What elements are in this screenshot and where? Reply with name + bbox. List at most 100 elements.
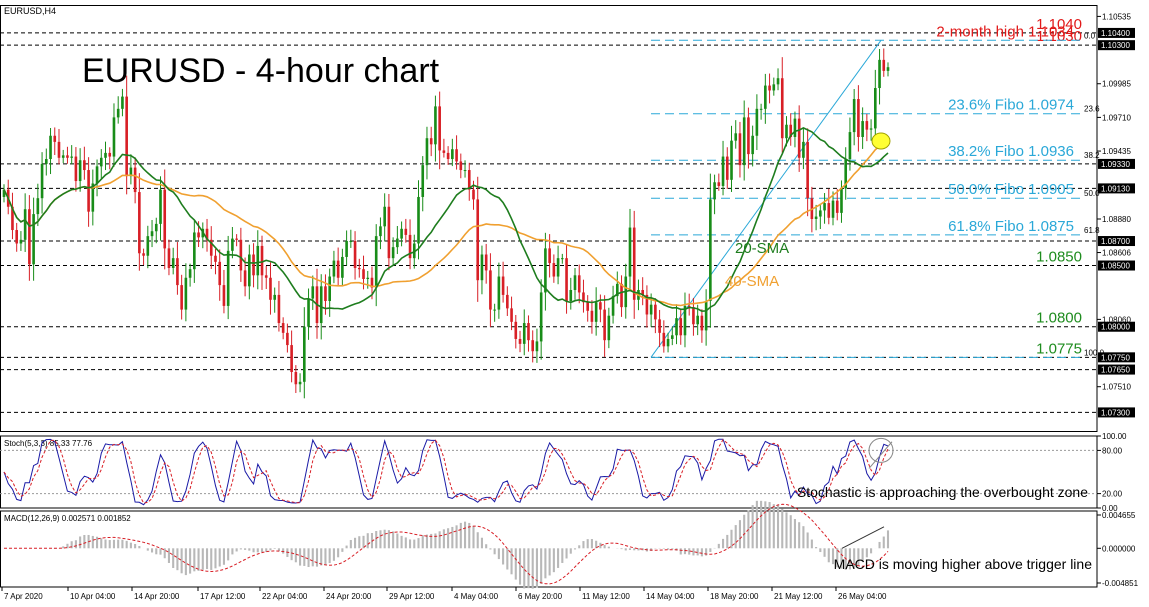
candle-body: [260, 245, 264, 276]
candle: [514, 314, 518, 349]
price-box: 1.07750: [1098, 352, 1135, 363]
candle: [408, 219, 412, 270]
price-box: 1.07300: [1098, 407, 1135, 418]
candle-body: [133, 167, 137, 193]
candle-body: [544, 248, 547, 293]
candle: [121, 88, 124, 117]
price-box: 1.08000: [1098, 321, 1135, 332]
macd-tick-label: 0.000000: [1102, 544, 1136, 553]
candle: [167, 239, 171, 276]
candle: [489, 253, 492, 327]
candle: [307, 288, 310, 340]
candle-body: [831, 200, 835, 218]
level-label: 1.0800: [1036, 310, 1082, 327]
candle: [802, 128, 805, 170]
candle: [49, 127, 52, 175]
candle: [742, 100, 746, 181]
candle: [214, 248, 217, 275]
candle-body: [239, 239, 243, 271]
candle-body: [87, 170, 90, 212]
candle-body: [243, 270, 247, 287]
candle-body: [717, 182, 721, 186]
price-box: 1.08500: [1098, 260, 1135, 271]
stochastic-k-line: [3, 438, 889, 506]
macd-label: MACD(12,26,9) 0.002571 0.001852: [4, 514, 131, 523]
candle: [852, 89, 856, 146]
candle-body: [797, 118, 801, 158]
time-tick-label: 26 May 04:00: [838, 592, 887, 601]
candle: [146, 225, 150, 269]
candle: [142, 248, 145, 265]
candle: [383, 193, 386, 242]
stochastic-tick-label: 20.00: [1102, 490, 1123, 499]
candle-body: [357, 267, 361, 270]
candle-body: [383, 206, 386, 227]
chart-canvas: EURUSD,H4 1.10401.10301.08501.08001.0775…: [0, 5, 1139, 601]
candle-body: [95, 166, 99, 184]
candle-body: [802, 141, 805, 158]
price-box-label: 1.07750: [1101, 353, 1130, 362]
candle: [455, 135, 458, 170]
candle: [32, 197, 35, 281]
candle: [205, 218, 209, 252]
candle: [501, 261, 505, 303]
price-tick-label: 1.10535: [1102, 12, 1131, 21]
candle-body: [248, 254, 251, 287]
price-box-label: 1.10400: [1101, 29, 1130, 38]
candle: [357, 258, 361, 278]
candle: [19, 231, 23, 251]
candle-body: [138, 192, 141, 254]
candle: [349, 229, 353, 248]
candle: [615, 271, 619, 304]
candle: [429, 126, 433, 157]
candle-body: [99, 157, 103, 167]
fibo-ratio-label: 38.2: [1084, 151, 1100, 160]
candle: [628, 208, 632, 292]
candle-body: [307, 298, 310, 327]
candle-body: [484, 254, 488, 271]
candle: [713, 174, 716, 215]
candle: [544, 232, 547, 311]
candle-body: [725, 156, 729, 180]
price-box: 1.10400: [1098, 27, 1135, 38]
price-tick-label: 1.09710: [1102, 113, 1131, 122]
candle-body: [222, 285, 226, 306]
candle-body: [776, 78, 780, 85]
candle: [569, 277, 573, 310]
candle-body: [362, 269, 365, 279]
candle-body: [878, 59, 881, 89]
candle-body: [666, 338, 670, 347]
candle-body: [747, 117, 750, 155]
candle-body: [785, 124, 788, 139]
candle: [171, 247, 175, 275]
candle: [844, 147, 848, 200]
candle: [793, 111, 797, 148]
candle: [662, 320, 666, 353]
candle-body: [675, 318, 678, 336]
candle-body: [886, 67, 890, 71]
highlight-marker: [871, 132, 891, 150]
fibo-ratio-label: 50.0: [1084, 189, 1100, 198]
candle-body: [861, 121, 864, 137]
candle: [374, 224, 378, 307]
candle-body: [256, 245, 260, 276]
candle-body: [611, 296, 615, 316]
candle-body: [311, 286, 315, 299]
candle-body: [176, 258, 179, 286]
candle: [70, 145, 73, 165]
candle-body: [501, 276, 505, 295]
candle: [857, 85, 860, 152]
candle: [611, 285, 615, 324]
candle: [654, 298, 657, 334]
candle-body: [751, 135, 754, 155]
candle-body: [23, 209, 27, 240]
candle: [776, 68, 780, 91]
candle: [577, 264, 581, 304]
candle: [527, 315, 530, 352]
candle: [594, 287, 598, 336]
candle: [281, 317, 285, 340]
candle-body: [277, 294, 281, 324]
candle: [603, 295, 606, 357]
candle-body: [497, 276, 501, 310]
candle: [248, 244, 251, 300]
